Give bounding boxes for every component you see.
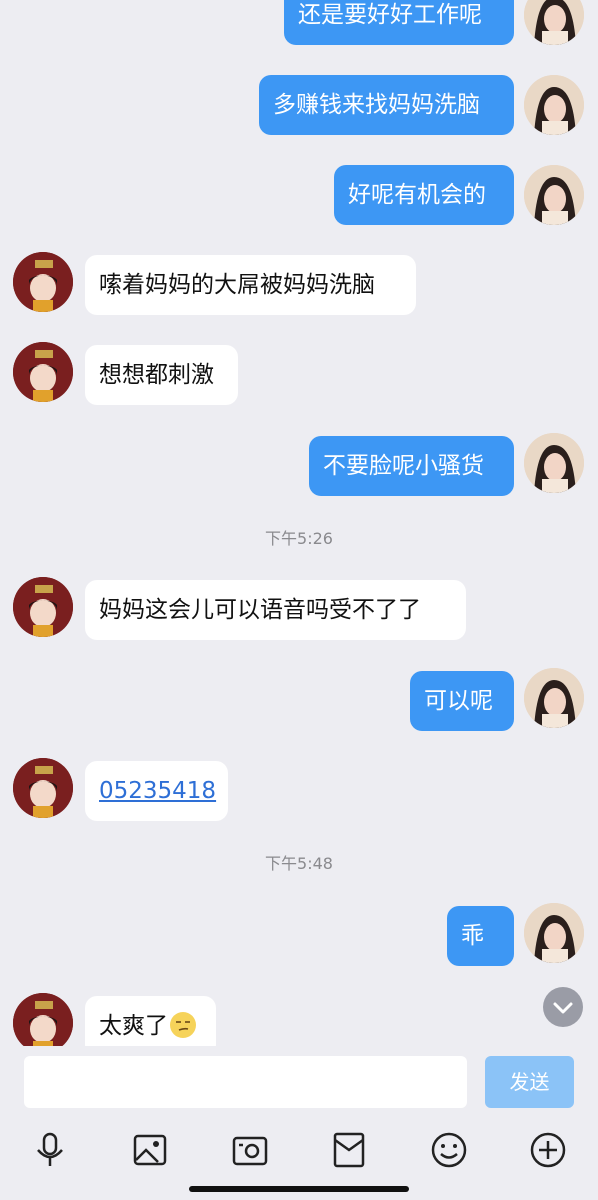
avatar-self[interactable] <box>524 0 584 45</box>
avatar-contact[interactable] <box>13 342 73 402</box>
avatar-self[interactable] <box>524 668 584 728</box>
timestamp: 下午5:26 <box>265 529 333 548</box>
avatar-self[interactable] <box>524 75 584 135</box>
message-bubble-outgoing[interactable]: 好呢有机会的 <box>334 165 514 225</box>
chat-history[interactable]: 还是要好好工作呢 多赚钱来找妈妈洗脑 好呢有机会的 嗦着妈妈的大屌被妈妈洗脑 想… <box>0 0 598 1046</box>
avatar-self[interactable] <box>524 165 584 225</box>
smirk-emoji-icon <box>170 1012 196 1038</box>
message-bubble-incoming[interactable]: 妈妈这会儿可以语音吗受不了了 <box>85 580 466 640</box>
message-bubble-incoming[interactable]: 太爽了 <box>85 996 216 1046</box>
avatar-contact[interactable] <box>13 252 73 312</box>
message-bubble-incoming[interactable]: 想想都刺激 <box>85 345 238 405</box>
message-bubble-incoming[interactable]: 嗦着妈妈的大屌被妈妈洗脑 <box>85 255 416 315</box>
avatar-contact[interactable] <box>13 758 73 818</box>
camera-icon[interactable] <box>228 1128 272 1172</box>
red-packet-icon[interactable] <box>327 1128 371 1172</box>
phone-number-link[interactable]: 05235418 <box>99 778 216 804</box>
avatar-self[interactable] <box>524 433 584 493</box>
emoji-icon[interactable] <box>427 1128 471 1172</box>
message-bubble-outgoing[interactable]: 还是要好好工作呢 <box>284 0 514 45</box>
message-text: 太爽了 <box>99 1013 168 1039</box>
composer: 发送 <box>0 1046 598 1200</box>
home-indicator[interactable] <box>189 1186 409 1192</box>
image-icon[interactable] <box>128 1128 172 1172</box>
message-input[interactable] <box>24 1056 467 1108</box>
composer-toolbar <box>0 1128 598 1172</box>
chevron-down-icon <box>553 1002 573 1014</box>
timestamp: 下午5:48 <box>265 854 333 873</box>
avatar-contact[interactable] <box>13 577 73 637</box>
send-button[interactable]: 发送 <box>485 1056 574 1108</box>
avatar-self[interactable] <box>524 903 584 963</box>
message-bubble-outgoing[interactable]: 多赚钱来找妈妈洗脑 <box>259 75 514 135</box>
message-bubble-outgoing[interactable]: 可以呢 <box>410 671 514 731</box>
avatar-contact[interactable] <box>13 993 73 1046</box>
scroll-to-bottom-button[interactable] <box>543 987 583 1027</box>
message-bubble-incoming: 05235418 <box>85 761 228 821</box>
plus-icon[interactable] <box>526 1128 570 1172</box>
message-bubble-outgoing[interactable]: 不要脸呢小骚货 <box>309 436 514 496</box>
microphone-icon[interactable] <box>28 1128 72 1172</box>
message-bubble-outgoing[interactable]: 乖 <box>447 906 514 966</box>
